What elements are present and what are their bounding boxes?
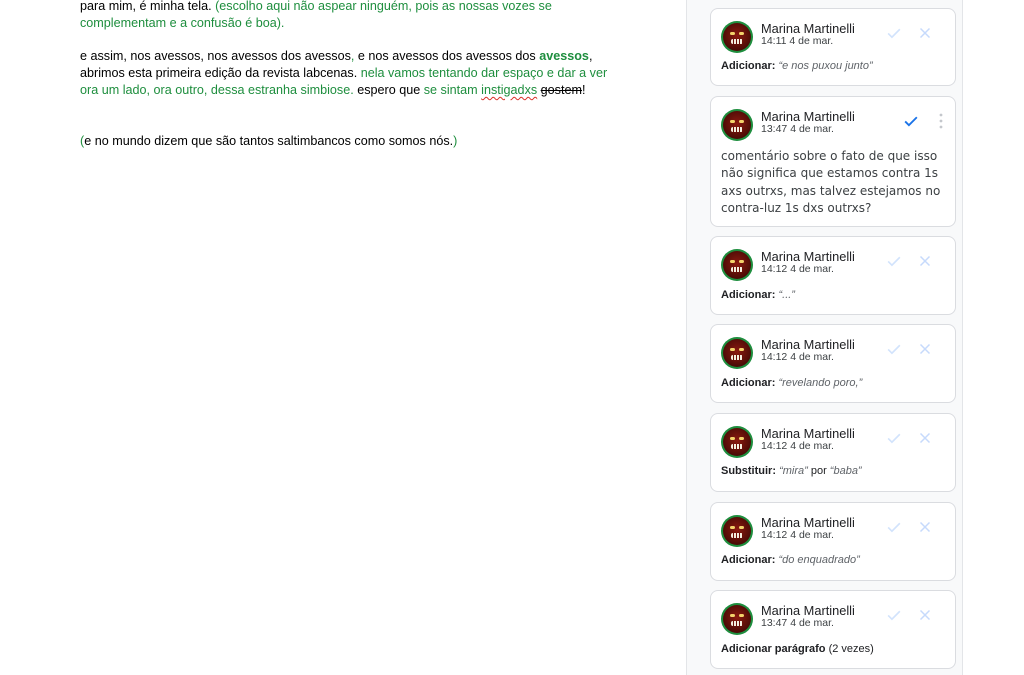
close-icon[interactable] [916, 518, 934, 536]
close-icon[interactable] [916, 24, 934, 42]
suggestion-action: Adicionar: [721, 60, 776, 72]
author-name: Marina Martinelli [761, 515, 855, 530]
checkmark-icon[interactable] [884, 23, 904, 43]
suggestion-card[interactable]: Marina Martinelli 14:12 4 de mar. Substi… [710, 413, 956, 492]
avatar [721, 249, 753, 281]
suggestion-text: Adicionar: “do enquadrado” [721, 554, 860, 566]
suggestion-card[interactable]: Marina Martinelli 13:47 4 de mar. Adicio… [710, 590, 956, 669]
doc-text: e assim, nos avessos, nos avessos dos av… [80, 49, 351, 63]
suggestion-action: Substituir: [721, 465, 776, 477]
checkmark-icon[interactable] [884, 605, 904, 625]
timestamp: 14:12 4 de mar. [761, 263, 834, 275]
card-header: Marina Martinelli 13:47 4 de mar. [721, 109, 947, 141]
close-icon[interactable] [916, 429, 934, 447]
suggestion-text: Substituir: “mira” por “baba” [721, 465, 862, 477]
suggestion-text: Adicionar: “...” [721, 289, 795, 301]
avatar [721, 603, 753, 635]
suggestion-quote: “baba” [829, 465, 862, 477]
timestamp: 14:12 4 de mar. [761, 529, 834, 541]
suggested-deletion[interactable]: gostem [541, 83, 582, 97]
author-name: Marina Martinelli [761, 603, 855, 618]
close-icon[interactable] [916, 606, 934, 624]
suggestion-quote: “revelando poro,” [778, 377, 863, 389]
suggestion-action: Adicionar: [721, 289, 776, 301]
suggestions-sidebar: Marina Martinelli 14:11 4 de mar. Adicio… [686, 0, 963, 675]
comment-card[interactable]: Marina Martinelli 13:47 4 de mar. coment… [710, 96, 956, 227]
card-header: Marina Martinelli 14:11 4 de mar. [721, 21, 947, 53]
suggested-insertion[interactable]: ) [453, 134, 457, 148]
doc-text: e nos avessos dos avessos dos [354, 49, 540, 63]
avatar [721, 426, 753, 458]
comment-body: comentário sobre o fato de que isso não … [721, 149, 941, 215]
suggestion-connector: por [807, 465, 830, 477]
checkmark-icon[interactable] [884, 251, 904, 271]
checkmark-icon[interactable] [901, 111, 921, 131]
doc-text: espero que [353, 83, 424, 97]
card-header: Marina Martinelli 14:12 4 de mar. [721, 426, 947, 458]
doc-text: e no mundo dizem que são tantos saltimba… [84, 134, 454, 148]
suggested-insertion-misspelled[interactable]: instigadxs [481, 83, 537, 97]
card-header: Marina Martinelli 14:12 4 de mar. [721, 515, 947, 547]
timestamp: 13:47 4 de mar. [761, 123, 834, 135]
avatar [721, 515, 753, 547]
suggestion-action: Adicionar: [721, 554, 776, 566]
doc-paragraph-2[interactable]: e assim, nos avessos, nos avessos dos av… [80, 48, 620, 99]
suggestion-card[interactable]: Marina Martinelli 14:12 4 de mar. Adicio… [710, 236, 956, 315]
doc-text: para mim, é minha tela. [80, 0, 216, 13]
close-icon[interactable] [916, 340, 934, 358]
card-header: Marina Martinelli 14:12 4 de mar. [721, 337, 947, 369]
checkmark-icon[interactable] [884, 517, 904, 537]
timestamp: 14:12 4 de mar. [761, 351, 834, 363]
more-vert-icon[interactable] [936, 112, 946, 130]
card-header: Marina Martinelli 14:12 4 de mar. [721, 249, 947, 281]
timestamp: 14:12 4 de mar. [761, 440, 834, 452]
suggestion-text: Adicionar: “revelando poro,” [721, 377, 862, 389]
timestamp: 13:47 4 de mar. [761, 617, 834, 629]
document-page[interactable]: para mim, é minha tela. (escolho aqui nã… [0, 0, 686, 675]
author-name: Marina Martinelli [761, 21, 855, 36]
suggestion-action: Adicionar parágrafo [721, 643, 826, 655]
suggestion-card[interactable]: Marina Martinelli 14:11 4 de mar. Adicio… [710, 8, 956, 86]
card-header: Marina Martinelli 13:47 4 de mar. [721, 603, 947, 635]
suggestion-action: Adicionar: [721, 377, 776, 389]
author-name: Marina Martinelli [761, 109, 855, 124]
author-name: Marina Martinelli [761, 337, 855, 352]
suggestion-card[interactable]: Marina Martinelli 14:12 4 de mar. Adicio… [710, 502, 956, 581]
suggested-insertion[interactable]: se sintam [424, 83, 481, 97]
avatar [721, 337, 753, 369]
suggestion-extra: (2 vezes) [825, 643, 874, 655]
doc-paragraph-1[interactable]: para mim, é minha tela. (escolho aqui nã… [80, 0, 620, 32]
avatar [721, 109, 753, 141]
suggestion-text: Adicionar parágrafo (2 vezes) [721, 643, 874, 655]
suggestion-quote: “...” [778, 289, 795, 301]
suggestion-text: Adicionar: “e nos puxou junto” [721, 60, 873, 72]
doc-text: ! [581, 83, 586, 97]
avatar [721, 21, 753, 53]
doc-paragraph-3[interactable]: (e no mundo dizem que são tantos saltimb… [80, 133, 620, 150]
timestamp: 14:11 4 de mar. [761, 35, 834, 47]
suggestion-quote: “e nos puxou junto” [778, 60, 873, 72]
suggestion-card[interactable]: Marina Martinelli 14:12 4 de mar. Adicio… [710, 324, 956, 403]
suggestion-quote: “mira” [779, 465, 808, 477]
author-name: Marina Martinelli [761, 426, 855, 441]
close-icon[interactable] [916, 252, 934, 270]
checkmark-icon[interactable] [884, 339, 904, 359]
suggested-insertion[interactable]: avessos [539, 49, 589, 63]
checkmark-icon[interactable] [884, 428, 904, 448]
suggestion-quote: “do enquadrado” [778, 554, 860, 566]
author-name: Marina Martinelli [761, 249, 855, 264]
